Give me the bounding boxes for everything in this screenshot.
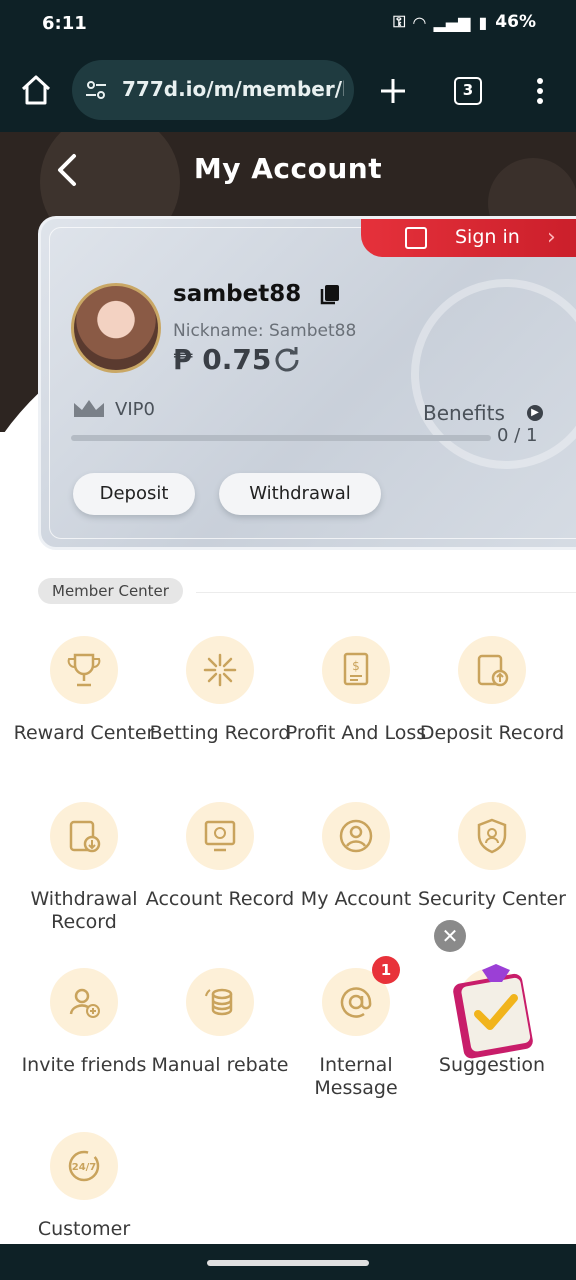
home-icon[interactable]	[18, 72, 54, 108]
address-bar[interactable]: 777d.io/m/member/hc	[72, 60, 354, 120]
profit-and-loss-label: Profit And Loss	[285, 722, 427, 744]
page-content: My Account Sign in › sambet88 Nickname: …	[0, 132, 576, 1244]
tab-switcher-button[interactable]: 3	[454, 77, 482, 105]
account-record-label: Account Record	[145, 888, 295, 910]
key-icon: ⚿	[393, 12, 406, 31]
sign-in-label: Sign in	[455, 226, 520, 248]
deposit-record-label: Deposit Record	[419, 722, 565, 744]
manual-rebate-label: Manual rebate	[151, 1054, 289, 1076]
withdrawal-record-label: Withdrawal Record	[30, 888, 138, 933]
add-user-icon	[69, 988, 100, 1018]
system-navigation-bar	[0, 1244, 576, 1280]
trophy-icon	[67, 653, 101, 687]
reward-center-item[interactable]: Reward Center	[14, 636, 154, 786]
close-icon[interactable]: ✕	[434, 920, 466, 952]
betting-record-label: Betting Record	[149, 722, 291, 744]
unread-badge: 1	[372, 956, 400, 984]
customer-service-item[interactable]: 24/7 Customer Service	[16, 1132, 152, 1244]
checkbox-icon	[405, 227, 427, 249]
benefits-link[interactable]: Benefits	[423, 401, 505, 425]
user-circle-icon	[339, 819, 373, 853]
url-text[interactable]: 777d.io/m/member/hc	[122, 77, 344, 101]
internal-message-item[interactable]: 1 Internal Message	[288, 956, 424, 1118]
shield-user-icon	[477, 818, 507, 854]
at-sign-icon	[340, 987, 372, 1018]
betting-record-item[interactable]: Betting Record	[150, 636, 290, 786]
reward-center-label: Reward Center	[13, 722, 155, 744]
manual-rebate-item[interactable]: Manual rebate	[151, 968, 289, 1118]
check-book-icon[interactable]	[444, 964, 544, 1060]
withdrawal-button[interactable]: Withdrawal	[219, 473, 381, 515]
page-title: My Account	[193, 152, 383, 185]
floating-promo[interactable]: ✕	[430, 920, 566, 1070]
signal-icon: ▂▄▆	[433, 12, 471, 32]
security-center-label: Security Center	[417, 888, 566, 910]
withdrawal-record-item[interactable]: Withdrawal Record	[16, 802, 152, 952]
more-menu-icon[interactable]	[528, 76, 552, 106]
chevron-right-icon: ›	[547, 225, 556, 250]
site-settings-icon[interactable]	[84, 78, 108, 102]
invite-friends-item[interactable]: Invite friends	[16, 968, 152, 1118]
star-burst-icon	[203, 653, 237, 687]
deposit-record-item[interactable]: Deposit Record	[420, 636, 564, 786]
my-account-label: My Account	[300, 888, 412, 910]
status-icons: ⚿ ◠ ▂▄▆ ▮ 46%	[393, 12, 536, 32]
status-bar: 6:11 ⚿ ◠ ▂▄▆ ▮ 46%	[0, 0, 576, 48]
avatar[interactable]	[71, 283, 161, 373]
username: sambet88	[173, 281, 302, 307]
copy-icon[interactable]	[319, 283, 341, 305]
vip-level: VIP0	[115, 399, 155, 420]
vip-progress-text: 0 / 1	[497, 425, 538, 446]
home-gesture-handle[interactable]	[207, 1260, 369, 1266]
sign-in-button[interactable]: Sign in ›	[361, 219, 576, 257]
wifi-icon: ◠	[413, 12, 426, 32]
svg-text:$: $	[352, 659, 360, 673]
deposit-button[interactable]: Deposit	[73, 473, 195, 515]
battery-icon: ▮	[478, 12, 488, 32]
refresh-icon[interactable]	[273, 345, 301, 373]
my-account-item[interactable]: My Account	[288, 802, 424, 952]
monitor-record-icon	[204, 820, 236, 852]
status-time: 6:11	[42, 13, 87, 34]
internal-message-label: Internal Message	[314, 1054, 398, 1099]
customer-service-label: Customer Service	[37, 1218, 131, 1244]
invite-friends-label: Invite friends	[21, 1054, 147, 1076]
clipboard-up-icon	[477, 654, 509, 687]
svg-text:24/7: 24/7	[72, 1162, 97, 1173]
clipboard-down-icon	[69, 820, 101, 853]
account-record-item[interactable]: Account Record	[146, 802, 294, 952]
browser-toolbar: 777d.io/m/member/hc 3	[0, 48, 576, 132]
support-24-7-icon: 24/7	[68, 1150, 100, 1182]
new-tab-icon[interactable]	[378, 76, 408, 106]
battery-percent: 46%	[495, 12, 536, 32]
divider	[196, 592, 576, 593]
coin-stack-icon	[205, 988, 233, 1016]
bill-icon: $	[343, 652, 369, 686]
benefits-arrow-icon[interactable]: ▶	[527, 405, 543, 421]
nickname: Nickname: Sambet88	[173, 321, 357, 341]
member-center-label: Member Center	[38, 578, 183, 604]
vip-progress-bar	[71, 435, 491, 441]
profit-and-loss-item[interactable]: $ Profit And Loss	[286, 636, 426, 786]
crown-icon	[74, 400, 104, 417]
balance: ₱ 0.75	[173, 343, 272, 376]
account-card: Sign in › sambet88 Nickname: Sambet88 ₱ …	[38, 216, 576, 550]
